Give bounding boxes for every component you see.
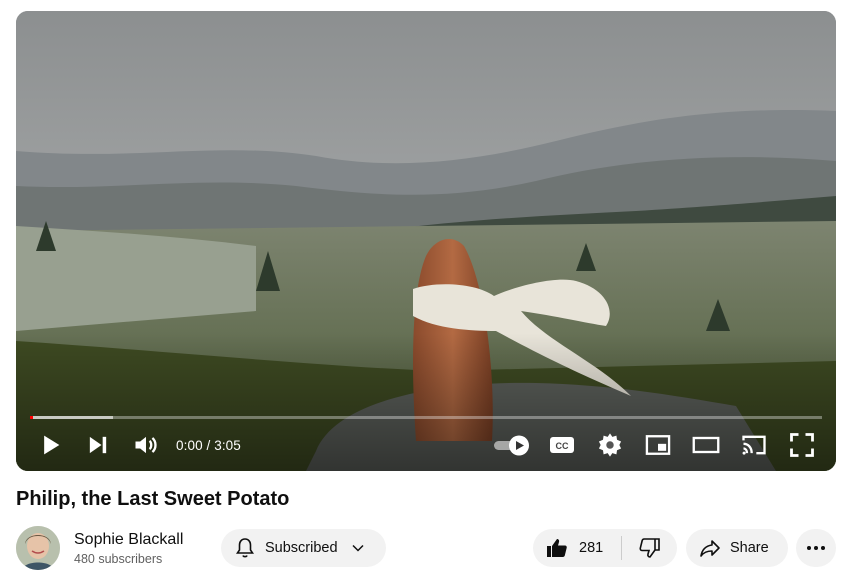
more-horizontal-icon bbox=[807, 546, 825, 550]
channel-info: Sophie Blackall 480 subscribers bbox=[74, 531, 183, 566]
autoplay-toggle-icon bbox=[494, 435, 529, 456]
subscriber-count: 480 subscribers bbox=[74, 551, 163, 566]
captions-icon: CC bbox=[550, 437, 574, 453]
like-count: 281 bbox=[579, 540, 604, 556]
like-dislike-group: 281 bbox=[533, 529, 677, 567]
video-thumbnail-scene bbox=[16, 11, 836, 471]
more-actions-button[interactable] bbox=[796, 529, 836, 567]
volume-button[interactable] bbox=[122, 421, 170, 469]
subscribe-button[interactable]: Subscribed bbox=[221, 529, 386, 567]
next-icon bbox=[89, 436, 107, 454]
cast-button[interactable] bbox=[730, 421, 778, 469]
theater-mode-button[interactable] bbox=[682, 421, 730, 469]
chevron-down-icon bbox=[352, 544, 364, 552]
time-display: 0:00 / 3:05 bbox=[176, 437, 241, 453]
thumbs-up-icon bbox=[547, 539, 567, 557]
captions-label: CC bbox=[556, 441, 569, 451]
settings-icon bbox=[598, 433, 622, 457]
cast-icon bbox=[742, 435, 766, 455]
channel-avatar-image bbox=[16, 526, 60, 570]
miniplayer-button[interactable] bbox=[634, 421, 682, 469]
channel-name[interactable]: Sophie Blackall bbox=[74, 531, 183, 549]
volume-icon bbox=[135, 436, 157, 454]
bell-icon bbox=[236, 538, 254, 558]
autoplay-toggle[interactable] bbox=[486, 421, 538, 469]
video-player[interactable]: 0:00 / 3:05 CC bbox=[16, 11, 836, 471]
captions-button[interactable]: CC bbox=[538, 421, 586, 469]
player-controls: 0:00 / 3:05 CC bbox=[16, 419, 836, 471]
share-icon bbox=[700, 540, 720, 557]
thumbs-down-icon bbox=[638, 538, 660, 558]
next-button[interactable] bbox=[74, 421, 122, 469]
miniplayer-icon bbox=[645, 435, 671, 455]
video-frame bbox=[16, 11, 836, 471]
video-title: Philip, the Last Sweet Potato bbox=[16, 488, 290, 510]
fullscreen-button[interactable] bbox=[778, 421, 826, 469]
subscribe-label: Subscribed bbox=[265, 540, 338, 556]
play-button[interactable] bbox=[26, 421, 74, 469]
share-label: Share bbox=[730, 540, 769, 556]
avatar[interactable] bbox=[16, 526, 60, 570]
settings-button[interactable] bbox=[586, 421, 634, 469]
like-button[interactable]: 281 bbox=[533, 529, 621, 567]
dislike-button[interactable] bbox=[622, 529, 677, 567]
channel-owner: Sophie Blackall 480 subscribers bbox=[16, 523, 183, 573]
theater-mode-icon bbox=[692, 436, 720, 454]
fullscreen-icon bbox=[790, 433, 814, 457]
play-icon bbox=[44, 435, 60, 455]
share-button[interactable]: Share bbox=[686, 529, 788, 567]
